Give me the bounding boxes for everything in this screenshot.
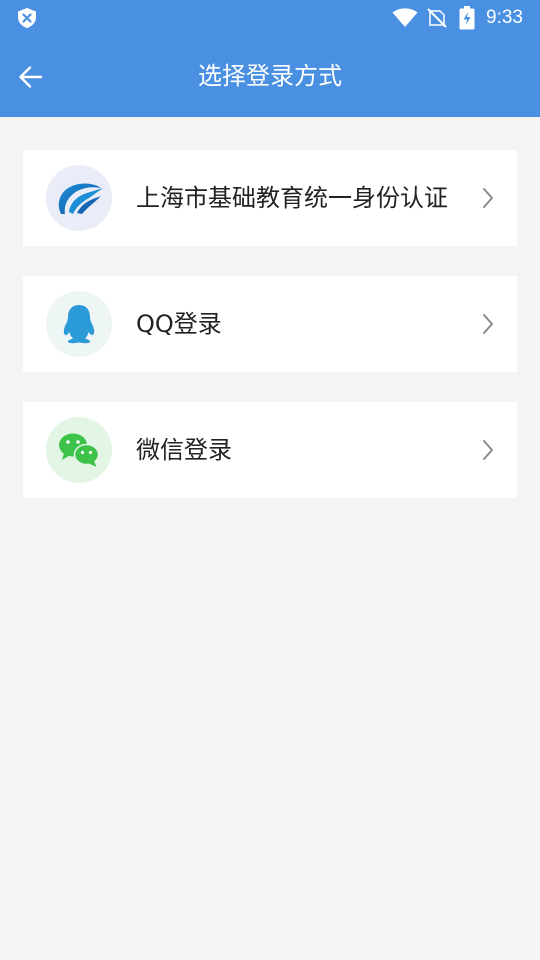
edu-logo-icon: [58, 183, 103, 214]
login-option-edu-auth[interactable]: 上海市基础教育统一身份认证: [23, 150, 517, 246]
login-options-list: 上海市基础教育统一身份认证 QQ登录 微信登录: [23, 150, 517, 528]
wechat-avatar: [46, 417, 112, 483]
status-bar: 9:33: [0, 0, 540, 36]
chevron-right-icon: [483, 440, 493, 460]
shield-x-icon: [18, 8, 36, 28]
wifi-icon: [392, 8, 418, 27]
status-time: 9:33: [486, 7, 523, 28]
login-option-label: 上海市基础教育统一身份认证: [136, 184, 448, 212]
arrow-left-icon: [19, 66, 43, 88]
chevron-right-icon: [483, 188, 493, 208]
no-sim-icon: [427, 8, 447, 28]
login-option-qq[interactable]: QQ登录: [23, 276, 517, 372]
login-option-label: 微信登录: [136, 436, 232, 464]
edu-logo-avatar: [46, 165, 112, 231]
qq-penguin-icon: [63, 305, 95, 344]
chevron-right-icon: [483, 314, 493, 334]
battery-charging-icon: [459, 6, 475, 30]
login-option-wechat[interactable]: 微信登录: [23, 402, 517, 498]
qq-avatar: [46, 291, 112, 357]
page-title: 选择登录方式: [198, 62, 342, 90]
toolbar: 选择登录方式: [0, 36, 540, 117]
back-button[interactable]: [10, 56, 52, 98]
login-option-label: QQ登录: [136, 310, 222, 338]
wechat-icon: [59, 433, 100, 467]
app-bar: 9:33 选择登录方式: [0, 0, 540, 117]
